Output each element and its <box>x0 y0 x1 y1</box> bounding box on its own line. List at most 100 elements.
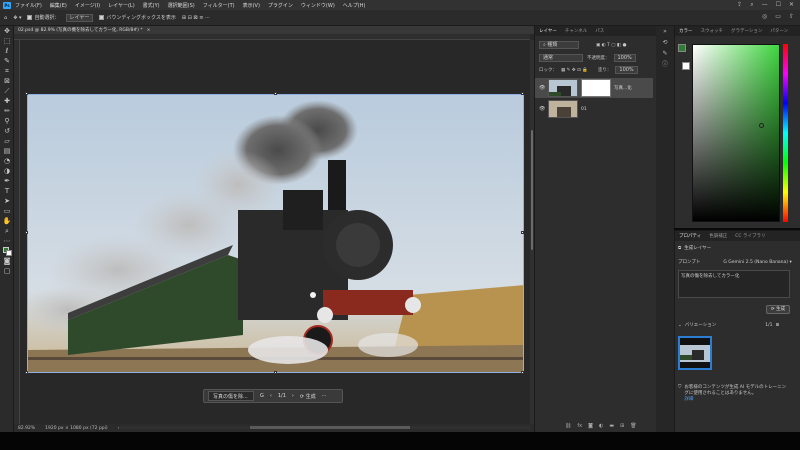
fx-icon[interactable]: fx <box>577 423 582 429</box>
transform-handle[interactable] <box>521 371 524 374</box>
align-icons[interactable]: ⊞ ⊟ ⊠ ≡ ⋯ <box>182 15 210 21</box>
foreground-color-swatch[interactable] <box>678 44 686 52</box>
brush-tool-icon[interactable]: ✏ <box>0 106 14 116</box>
panel-tab[interactable]: グラデーション <box>731 28 762 34</box>
zoom-tool-icon[interactable]: ⌕ <box>0 226 14 236</box>
generate-button[interactable]: ⟳ 生成 <box>300 393 316 400</box>
prev-variation-icon[interactable]: ‹ <box>270 393 272 399</box>
panel-tab[interactable]: プロパティ <box>679 233 701 239</box>
blend-mode-dropdown[interactable]: 通常 <box>539 54 583 62</box>
quick-select-tool-icon[interactable]: ✎ <box>0 56 14 66</box>
frame-tool-icon[interactable]: ⊠ <box>0 76 14 86</box>
more-options-icon[interactable]: ⋯ <box>322 393 327 399</box>
visibility-eye-icon[interactable]: 👁 <box>539 85 545 91</box>
marquee-tool-icon[interactable]: ⬚ <box>0 36 14 46</box>
history-brush-tool-icon[interactable]: ↺ <box>0 126 14 136</box>
variations-collapse-icon[interactable]: ⌄ <box>678 323 682 328</box>
hue-slider[interactable] <box>783 44 788 222</box>
layer-name[interactable]: 01 <box>581 107 587 112</box>
lock-icons[interactable]: ▦ ✎ ✥ ⊡ 🔒 <box>561 68 588 73</box>
panel-tab[interactable]: CC ライブラリ <box>735 233 765 239</box>
panel-tab[interactable]: 色調補正 <box>709 233 727 239</box>
menu-item[interactable]: プラグイン <box>268 2 293 9</box>
background-color-swatch[interactable] <box>682 62 690 70</box>
auto-select-checkbox[interactable]: 自動選択： <box>27 14 60 21</box>
generative-icon[interactable]: G <box>260 393 264 399</box>
add-mask-icon[interactable]: ◙ <box>588 423 593 429</box>
info-icon[interactable]: ⓘ <box>656 59 674 70</box>
panel-tab[interactable]: チャンネル <box>565 28 587 34</box>
menu-item[interactable]: イメージ(I) <box>75 2 100 9</box>
color-field[interactable] <box>692 44 780 222</box>
close-tab-icon[interactable]: × <box>147 28 151 33</box>
color-swatches-icon[interactable] <box>0 246 14 256</box>
menu-item[interactable]: ヘルプ(H) <box>343 2 366 9</box>
fill-value[interactable]: 100% <box>615 66 638 74</box>
document-tab[interactable]: 02.psd @ 82.9% (写真の機を除去してカラー化, RGB/8#) *… <box>14 26 534 34</box>
new-layer-icon[interactable]: ⊞ <box>620 423 624 429</box>
clone-stamp-tool-icon[interactable]: ⚲ <box>0 116 14 126</box>
transform-handle[interactable] <box>25 231 28 234</box>
transform-handle[interactable] <box>521 92 524 95</box>
zoom-level[interactable]: 82.92% <box>18 426 35 431</box>
variation-thumbnail[interactable] <box>678 336 712 370</box>
color-picker-cursor[interactable] <box>759 123 764 128</box>
document-image[interactable] <box>27 94 524 373</box>
layer-name[interactable]: 写真...化 <box>614 85 632 91</box>
generate-button-panel[interactable]: ⟳ 生成 <box>766 305 790 314</box>
quick-mask-icon[interactable]: ◙ <box>0 256 14 266</box>
share-icon[interactable]: ⇪ <box>737 1 742 9</box>
eyedropper-tool-icon[interactable]: ⟋ <box>0 86 14 96</box>
home-icon[interactable]: ⌂ <box>4 15 7 21</box>
menu-item[interactable]: 書式(Y) <box>143 2 160 9</box>
eraser-tool-icon[interactable]: ▱ <box>0 136 14 146</box>
transform-handle[interactable] <box>25 92 28 95</box>
menu-item[interactable]: フィルター(T) <box>203 2 235 9</box>
layer-row-base[interactable]: 👁 01 <box>535 99 653 119</box>
share-button-icon[interactable]: ⇧ <box>789 13 794 20</box>
brush-settings-icon[interactable]: ✎ <box>656 48 674 59</box>
screen-mode-icon[interactable]: ▢ <box>0 266 14 276</box>
move-tool-icon[interactable]: ✥ ▾ <box>13 15 21 21</box>
hand-tool-icon[interactable]: ✋ <box>0 216 14 226</box>
path-select-tool-icon[interactable]: ➤ <box>0 196 14 206</box>
layer-kind-filter[interactable]: ⌕ 種類 <box>539 41 579 49</box>
type-tool-icon[interactable]: T <box>0 186 14 196</box>
opacity-value[interactable]: 100% <box>613 54 636 62</box>
move-tool-icon[interactable]: ✥ <box>0 26 14 36</box>
prompt-textarea[interactable]: 写真の傷を除去してカラー化 <box>678 270 790 298</box>
search-icon[interactable]: ⌕ <box>750 1 753 9</box>
pen-tool-icon[interactable]: ✒ <box>0 176 14 186</box>
delete-layer-icon[interactable]: 🗑 <box>630 423 636 429</box>
crop-tool-icon[interactable]: ⌗ <box>0 66 14 76</box>
dodge-tool-icon[interactable]: ◑ <box>0 166 14 176</box>
gradient-tool-icon[interactable]: ▤ <box>0 146 14 156</box>
rectangle-tool-icon[interactable]: ▭ <box>0 206 14 216</box>
transform-handle[interactable] <box>274 371 277 374</box>
lasso-tool-icon[interactable]: ℓ <box>0 46 14 56</box>
healing-tool-icon[interactable]: ✚ <box>0 96 14 106</box>
transform-handle[interactable] <box>274 92 277 95</box>
layer-select-dropdown[interactable]: レイヤー <box>65 13 94 22</box>
panel-tab[interactable]: レイヤー <box>539 28 557 34</box>
more-tools-icon[interactable]: ⋯ <box>0 236 14 246</box>
history-icon[interactable]: ⟲ <box>656 37 674 48</box>
menu-item[interactable]: レイヤー(L) <box>108 2 135 9</box>
layer-mask-thumbnail[interactable] <box>581 79 611 97</box>
learn-more-link[interactable]: 詳細 <box>684 396 788 402</box>
workspace-icon[interactable]: ▭ <box>775 13 781 20</box>
next-variation-icon[interactable]: › <box>292 393 294 399</box>
blur-tool-icon[interactable]: ◔ <box>0 156 14 166</box>
minimize-icon[interactable]: — <box>762 1 768 9</box>
close-icon[interactable]: ✕ <box>789 1 794 9</box>
panel-tab[interactable]: パス <box>595 28 604 34</box>
maximize-icon[interactable]: ☐ <box>776 1 781 9</box>
adjustment-layer-icon[interactable]: ◐ <box>599 423 603 429</box>
menu-item[interactable]: 編集(E) <box>50 2 67 9</box>
contextual-prompt-field[interactable]: 写真の傷を除... <box>208 391 254 401</box>
transform-handle[interactable] <box>25 371 28 374</box>
horizontal-scrollbar[interactable] <box>120 426 530 429</box>
menu-item[interactable]: ファイル(F) <box>15 2 42 9</box>
filter-icons[interactable]: ▣ ◐ T ▢ ◧ ● <box>596 43 627 48</box>
transform-handle[interactable] <box>521 231 524 234</box>
